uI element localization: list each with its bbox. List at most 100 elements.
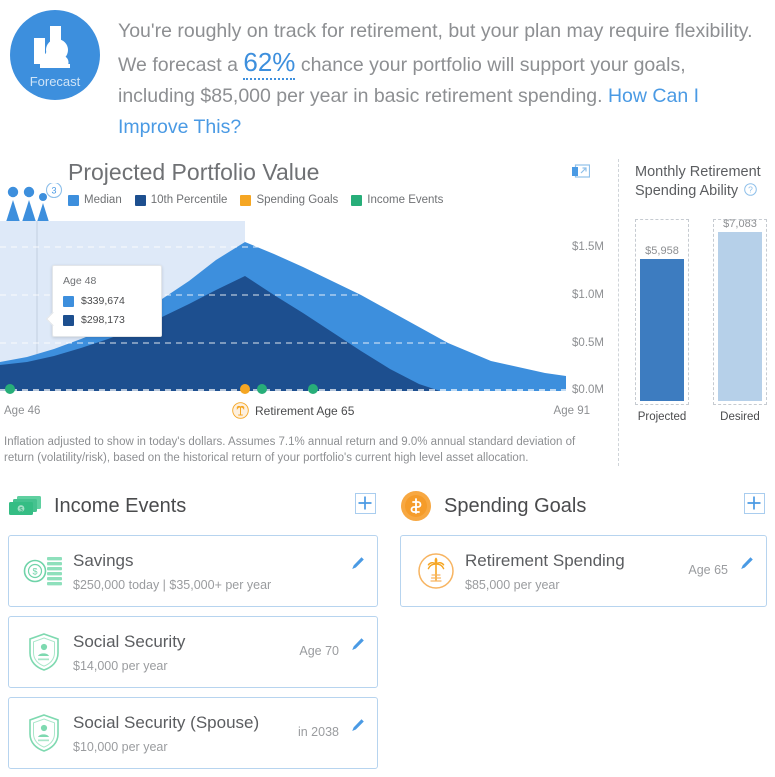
bar-frame: $7,083 xyxy=(713,218,767,405)
list-item-title: Retirement Spending xyxy=(465,550,625,570)
retirement-age-label: Retirement Age 65 xyxy=(255,403,355,418)
bar-value-projected: $5,958 xyxy=(645,245,679,257)
event-marker-spending xyxy=(240,384,250,394)
tooltip-value: $339,674 xyxy=(81,295,125,307)
list-item-right: Age 70 xyxy=(299,617,365,687)
list-item-when: Age 70 xyxy=(299,644,339,658)
bar-column-desired: $7,083 Desired xyxy=(713,218,767,423)
info-question-icon[interactable]: ? xyxy=(744,183,758,196)
pencil-icon[interactable] xyxy=(351,556,365,570)
money-bills-icon: $ xyxy=(9,496,41,515)
list-item[interactable]: Social Security (Spouse) $10,000 per yea… xyxy=(8,697,378,769)
y-axis-tick: $0.5M xyxy=(572,337,604,349)
chart-tooltip: Age 48 $339,674 $298,173 xyxy=(45,265,162,337)
pencil-icon[interactable] xyxy=(351,718,365,732)
legend-item-10th-percentile: 10th Percentile xyxy=(134,194,228,206)
svg-text:?: ? xyxy=(748,185,753,195)
income-events-header: $ Income Events xyxy=(8,486,378,526)
forecast-chart-cloud-icon xyxy=(34,26,70,68)
list-item-when: in 2038 xyxy=(297,725,339,739)
list-item-body: Retirement Spending $85,000 per year xyxy=(465,551,688,592)
list-item-title: Savings xyxy=(73,550,134,570)
x-axis-start-label: Age 46 xyxy=(4,405,41,417)
legend-label: Median xyxy=(84,194,122,206)
success-percent: 62% xyxy=(243,47,296,80)
tooltip-swatch xyxy=(63,295,74,307)
list-item-right xyxy=(339,536,365,606)
list-item-subtitle: $14,000 per year xyxy=(73,658,168,673)
bar-column-projected: $5,958 Projected xyxy=(635,219,689,423)
list-item-body: Savings $250,000 today | $35,000+ per ye… xyxy=(73,551,339,592)
spending-goals-header: Spending Goals xyxy=(400,486,767,526)
legend-label: 10th Percentile xyxy=(150,194,228,206)
legend-item-spending-goals: Spending Goals xyxy=(240,194,338,206)
tooltip-row-percentile: $298,173 xyxy=(63,314,151,326)
forecast-badge-label: Forecast xyxy=(29,74,81,89)
chart-plot-area[interactable]: $1.5M $1.0M $0.5M $0.0M Age 48 $339,674 … xyxy=(0,221,612,396)
pencil-icon[interactable] xyxy=(351,637,365,651)
bar-value-desired: $7,083 xyxy=(723,218,757,230)
forecast-header: Forecast You're roughly on track for ret… xyxy=(0,0,775,143)
y-axis-tick: $0.0M xyxy=(572,384,604,396)
y-axis-tick: $1.0M xyxy=(572,289,604,301)
list-item-body: Social Security (Spouse) $10,000 per yea… xyxy=(73,713,298,754)
list-item[interactable]: Retirement Spending $85,000 per year Age… xyxy=(400,535,767,607)
bar-fill-projected xyxy=(640,259,684,401)
retirement-age-marker: Retirement Age 65 xyxy=(232,402,354,419)
add-spending-goal-button[interactable] xyxy=(744,493,765,514)
legend-item-income-events: Income Events xyxy=(351,194,443,206)
plus-icon xyxy=(747,496,761,510)
bar-fill-desired xyxy=(718,232,762,401)
chart-title: Projected Portfolio Value xyxy=(68,159,320,185)
expand-chart-icon[interactable] xyxy=(572,164,590,179)
forecast-badge: Forecast xyxy=(10,10,100,100)
list-item-when: Age 65 xyxy=(688,563,728,577)
bar-frame: $5,958 xyxy=(635,219,689,405)
bar-label-desired: Desired xyxy=(720,411,760,423)
list-item-title: Social Security (Spouse) xyxy=(73,712,260,732)
list-item[interactable]: Social Security $14,000 per year Age 70 xyxy=(8,616,378,688)
list-item-right: Age 65 xyxy=(688,536,754,606)
projected-portfolio-chart: Projected Portfolio Value 3 Median 10th … xyxy=(0,159,612,466)
event-marker-income xyxy=(257,384,267,394)
pencil-icon[interactable] xyxy=(740,556,754,570)
legend-label: Income Events xyxy=(367,194,444,206)
forecast-headline: You're roughly on track for retirement, … xyxy=(118,16,758,143)
spending-ability-title: Monthly Retirement Spending Ability ? xyxy=(635,163,775,201)
tooltip-age: Age 48 xyxy=(63,275,97,287)
chart-legend: Median 10th Percentile Spending Goals In… xyxy=(68,190,612,210)
svg-text:$: $ xyxy=(32,567,37,577)
list-item-subtitle: $85,000 per year xyxy=(465,577,560,592)
svg-text:3: 3 xyxy=(51,186,56,196)
bar-label-projected: Projected xyxy=(637,411,687,423)
spending-coin-icon xyxy=(401,491,431,521)
plus-icon xyxy=(358,496,372,510)
y-axis-tick: $1.5M xyxy=(572,241,604,253)
list-item-subtitle: $250,000 today | $35,000+ per year xyxy=(73,577,272,592)
event-marker-income xyxy=(308,384,318,394)
list-item-subtitle: $10,000 per year xyxy=(73,739,168,754)
palm-tree-icon xyxy=(413,552,459,590)
x-axis-end-label: Age 91 xyxy=(553,405,590,417)
social-security-shield-icon xyxy=(21,713,67,753)
list-item-right: in 2038 xyxy=(298,698,365,768)
tooltip-swatch xyxy=(63,314,74,326)
list-item-body: Social Security $14,000 per year xyxy=(73,632,299,673)
legend-swatch xyxy=(351,194,363,206)
events-and-goals: $ Income Events $ Savings $250,000 today… xyxy=(0,486,775,769)
spending-goals-title: Spending Goals xyxy=(444,494,587,517)
list-item[interactable]: $ Savings $250,000 today | $35,000+ per … xyxy=(8,535,378,607)
legend-swatch xyxy=(240,194,252,206)
tooltip-row-median: $339,674 xyxy=(63,295,151,307)
social-security-shield-icon xyxy=(21,632,67,672)
add-income-event-button[interactable] xyxy=(355,493,376,514)
spending-goals-section: Spending Goals Retirement Spending $85,0… xyxy=(400,486,767,769)
income-events-section: $ Income Events $ Savings $250,000 today… xyxy=(8,486,378,769)
coin-stack-icon: $ xyxy=(21,554,67,588)
legend-swatch xyxy=(68,194,79,206)
tooltip-value: $298,173 xyxy=(81,314,125,326)
legend-item-median: Median xyxy=(68,194,122,206)
list-item-title: Social Security xyxy=(73,631,186,651)
spending-ability-title-text: Monthly Retirement Spending Ability xyxy=(635,164,761,199)
legend-swatch xyxy=(134,194,146,206)
